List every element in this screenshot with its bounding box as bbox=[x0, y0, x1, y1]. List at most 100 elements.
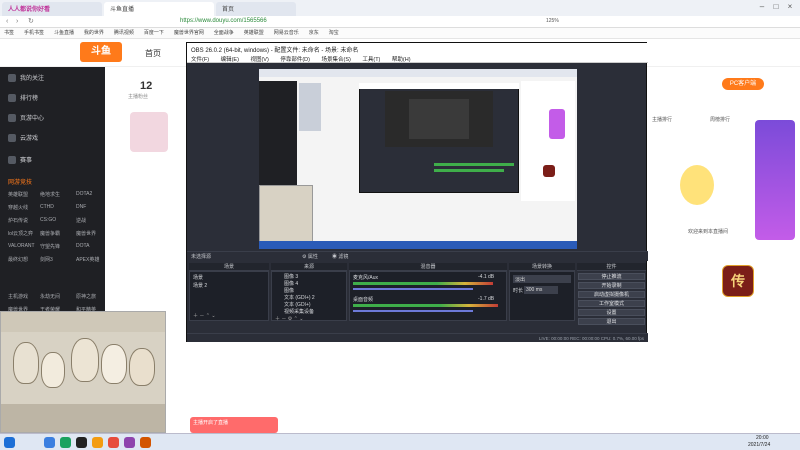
menu-item[interactable]: 帮助(H) bbox=[392, 57, 411, 63]
promo-banner[interactable] bbox=[755, 120, 795, 240]
menu-item[interactable]: 工具(T) bbox=[362, 57, 380, 63]
notification-toast[interactable]: 主播开启了直播 bbox=[190, 417, 278, 433]
clock-date[interactable]: 2021/7/24 bbox=[748, 442, 770, 448]
rank-label[interactable]: 主播排行 bbox=[652, 116, 672, 123]
scene-add-remove[interactable]: ＋ － ⌃ ⌄ bbox=[193, 312, 216, 319]
app-icon[interactable] bbox=[92, 437, 103, 448]
bookmark[interactable]: 斗鱼直播 bbox=[54, 29, 74, 36]
forward-icon[interactable]: › bbox=[16, 18, 18, 25]
sidebar-item-games[interactable]: 页游中心 bbox=[8, 113, 44, 123]
desktop-volume-slider[interactable] bbox=[353, 310, 473, 312]
sidebar-extra-link[interactable]: 原神之旅 bbox=[76, 293, 96, 300]
sidebar-game-link[interactable]: CTHD bbox=[40, 204, 54, 210]
sidebar-game-link[interactable]: lol云顶之弈 bbox=[8, 230, 33, 237]
sidebar-game-link[interactable]: 绝地求生 bbox=[40, 191, 60, 198]
browser-tab[interactable]: 首页 bbox=[216, 2, 296, 16]
duration-input[interactable]: 300 ms bbox=[524, 286, 558, 294]
sidebar-item-events[interactable]: 赛事 bbox=[8, 155, 32, 165]
bookmark[interactable]: 手机书签 bbox=[24, 29, 44, 36]
app-icon[interactable] bbox=[124, 437, 135, 448]
source-item[interactable]: 文本 (GDI+) bbox=[284, 301, 311, 308]
search-icon[interactable] bbox=[44, 437, 55, 448]
studio-mode-button[interactable]: 工作室模式 bbox=[578, 300, 645, 307]
bookmark[interactable]: 英雄联盟 bbox=[244, 29, 264, 36]
browser-tab-active[interactable]: 斗鱼直播 bbox=[104, 2, 214, 16]
properties-button[interactable]: ⚙ 属性 bbox=[302, 253, 318, 260]
start-recording-button[interactable]: 开始录制 bbox=[578, 282, 645, 289]
refresh-icon[interactable]: ↻ bbox=[28, 17, 34, 25]
bookmark[interactable]: 淘宝 bbox=[329, 29, 339, 36]
sidebar-item-follow[interactable]: 我的关注 bbox=[8, 73, 44, 83]
stop-streaming-button[interactable]: 停止推流 bbox=[578, 273, 645, 280]
scene-item[interactable]: 场景 2 bbox=[193, 282, 207, 289]
source-item[interactable]: 文本 (GDI+) 2 bbox=[284, 294, 315, 301]
clock-time[interactable]: 20:00 bbox=[756, 435, 769, 441]
app-icon[interactable] bbox=[76, 437, 87, 448]
source-item[interactable]: 图像 4 bbox=[284, 280, 298, 287]
exit-button[interactable]: 退出 bbox=[578, 318, 645, 325]
sidebar-game-link[interactable]: DNF bbox=[76, 204, 86, 210]
sidebar-item-cloud[interactable]: 云游戏 bbox=[8, 133, 38, 143]
scene-item[interactable]: 场景 bbox=[193, 274, 203, 281]
windows-start-icon[interactable] bbox=[4, 437, 15, 448]
sidebar-game-link[interactable]: 剑网3 bbox=[40, 256, 53, 263]
bookmark[interactable]: 百度一下 bbox=[144, 29, 164, 36]
address-bar: ‹ › ↻ https://www.douyu.com/1565566 125% bbox=[0, 16, 800, 28]
app-icon[interactable] bbox=[60, 437, 71, 448]
bookmark[interactable]: 全面战争 bbox=[214, 29, 234, 36]
sidebar-game-link[interactable]: 逆战 bbox=[76, 217, 86, 224]
source-add-remove[interactable]: ＋ － ⚙ ⌃ ⌄ bbox=[275, 315, 303, 322]
sidebar-extra-link[interactable]: 永劫无间 bbox=[40, 293, 60, 300]
bookmark[interactable]: 腾讯视频 bbox=[114, 29, 134, 36]
source-item[interactable]: 视频采集设备 bbox=[284, 308, 314, 315]
douyu-logo[interactable]: 斗鱼 bbox=[80, 42, 122, 62]
app-icon[interactable] bbox=[140, 437, 151, 448]
sidebar-item-rank[interactable]: 排行榜 bbox=[8, 93, 38, 103]
sidebar-game-link[interactable]: DOTA2 bbox=[76, 191, 92, 197]
bookmark[interactable]: 书签 bbox=[4, 29, 14, 36]
bookmark[interactable]: 京东 bbox=[309, 29, 319, 36]
close-icon[interactable]: × bbox=[784, 2, 796, 12]
minimize-icon[interactable]: – bbox=[756, 2, 768, 12]
captured-meter bbox=[434, 169, 504, 172]
sidebar-game-link[interactable]: 穿越火线 bbox=[8, 204, 28, 211]
game-logo-icon[interactable]: 传 bbox=[722, 265, 754, 297]
bookmark[interactable]: 魔兽世界官网 bbox=[174, 29, 204, 36]
mic-volume-slider[interactable] bbox=[353, 288, 473, 290]
sidebar-game-link[interactable]: 最终幻想 bbox=[8, 256, 28, 263]
menu-item[interactable]: 视图(V) bbox=[250, 57, 268, 63]
sidebar-game-link[interactable]: 炉石传说 bbox=[8, 217, 28, 224]
app-icon[interactable] bbox=[108, 437, 119, 448]
url-input[interactable]: https://www.douyu.com/1565566 bbox=[180, 18, 267, 24]
sidebar-game-link[interactable]: APEX英雄 bbox=[76, 256, 99, 263]
sidebar-extra-link[interactable]: 主机游戏 bbox=[8, 293, 28, 300]
obs-preview-canvas[interactable] bbox=[259, 69, 577, 249]
transition-select[interactable]: 淡出 bbox=[513, 275, 571, 283]
sidebar-game-link[interactable]: VALORANT bbox=[8, 243, 35, 249]
menu-item[interactable]: 场景集合(S) bbox=[321, 57, 350, 63]
sidebar-game-link[interactable]: 魔兽世界 bbox=[76, 230, 96, 237]
sidebar-game-link[interactable]: 英雄联盟 bbox=[8, 191, 28, 198]
sidebar-game-link[interactable]: CS:GO bbox=[40, 217, 56, 223]
filters-button[interactable]: ◉ 滤镜 bbox=[332, 253, 348, 260]
back-icon[interactable]: ‹ bbox=[6, 18, 8, 25]
sidebar-game-link[interactable]: 魔兽争霸 bbox=[40, 230, 60, 237]
menu-item[interactable]: 停靠部件(D) bbox=[280, 57, 310, 63]
virtual-camera-button[interactable]: 启动虚拟摄像机 bbox=[578, 291, 645, 298]
settings-button[interactable]: 设置 bbox=[578, 309, 645, 316]
sidebar-game-link[interactable]: 守望先锋 bbox=[40, 243, 60, 250]
zoom-level[interactable]: 125% bbox=[546, 18, 559, 24]
source-item[interactable]: 图像 bbox=[284, 287, 294, 294]
streamer-avatar[interactable] bbox=[130, 112, 168, 152]
sidebar-game-link[interactable]: DOTA bbox=[76, 243, 90, 249]
bookmark[interactable]: 网易云音乐 bbox=[274, 29, 299, 36]
menu-item[interactable]: 编辑(E) bbox=[221, 57, 239, 63]
maximize-icon[interactable]: □ bbox=[770, 2, 782, 12]
pc-client-button[interactable]: PC客户端 bbox=[722, 78, 764, 90]
bookmark[interactable]: 我的世界 bbox=[84, 29, 104, 36]
menu-item[interactable]: 文件(F) bbox=[191, 57, 209, 63]
browser-tab[interactable]: 人人都说你好看 bbox=[2, 2, 102, 16]
nav-home[interactable]: 首页 bbox=[145, 48, 161, 59]
weekly-rank-label[interactable]: 周榜排行 bbox=[710, 116, 730, 123]
source-item[interactable]: 图像 3 bbox=[284, 273, 298, 280]
